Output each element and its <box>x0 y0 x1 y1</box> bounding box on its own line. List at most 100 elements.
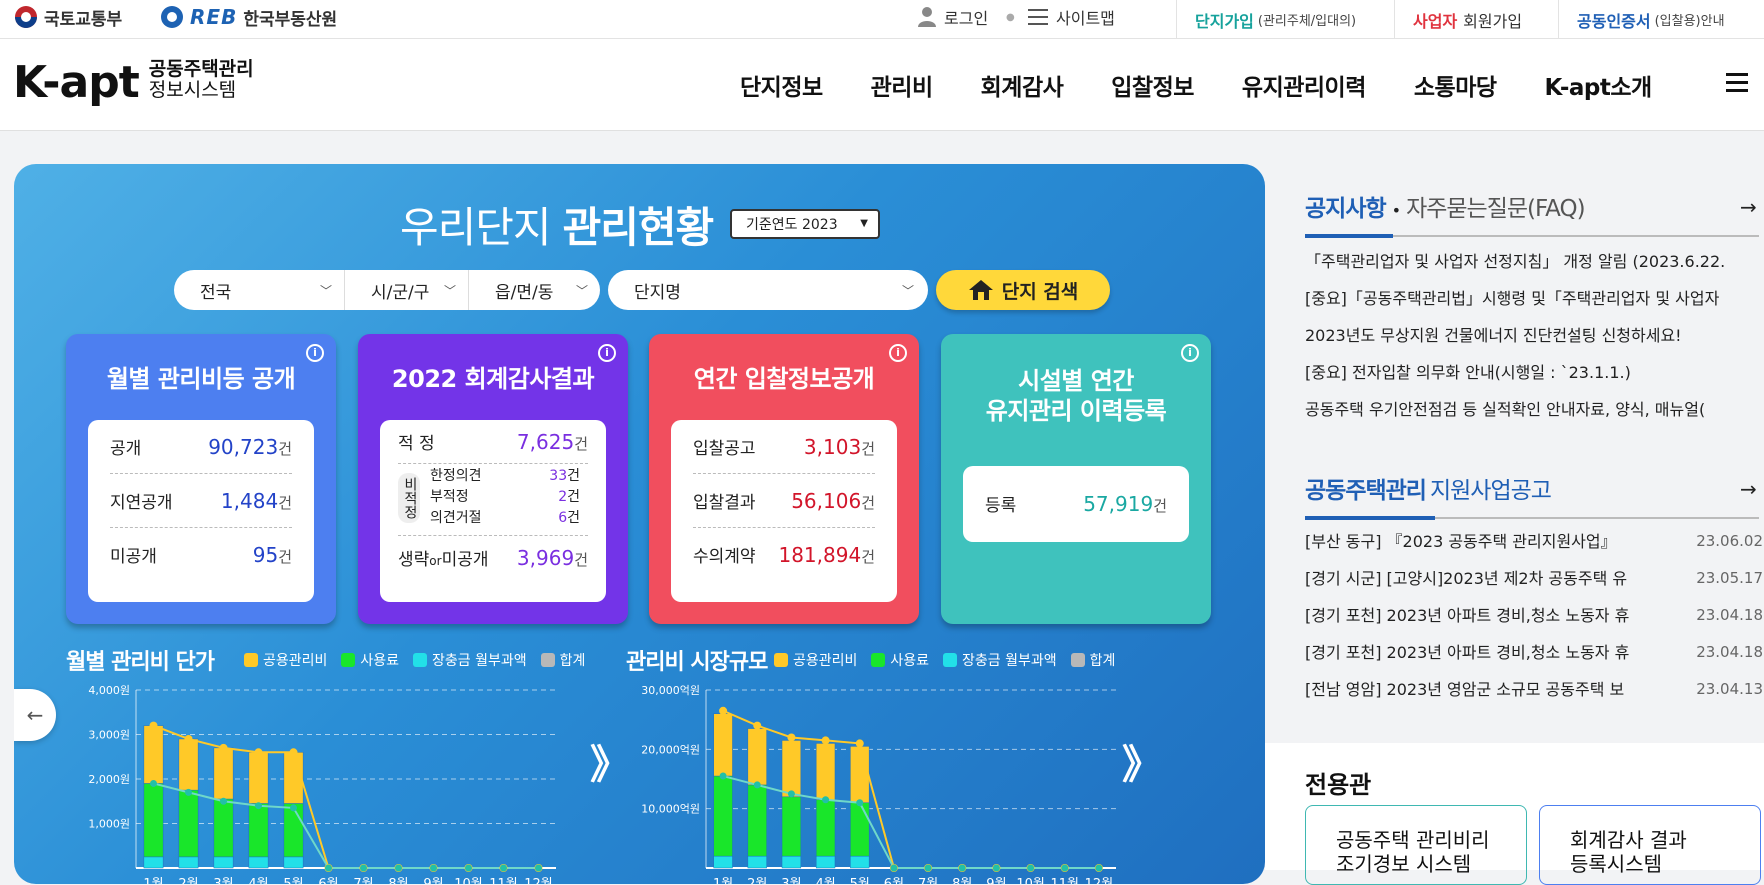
fraud-warning-system-link[interactable]: 공동주택 관리비리 조기경보 시스템 <box>1305 805 1527 885</box>
town-select[interactable]: 읍/면/동 ﹀ <box>468 270 600 310</box>
monthly-fee-card[interactable]: i 월별 관리비등 공개 공개 90,723건 지연공개 1,484건 미공개 95건 <box>66 334 336 624</box>
nav-item-complex-info[interactable]: 단지정보 <box>740 68 823 102</box>
business-join-link[interactable]: 사업자 회원가입 <box>1394 0 1540 39</box>
stat-row[interactable]: 수의계약 181,894건 <box>693 528 875 582</box>
legend-label: 공용관리비 <box>793 653 858 669</box>
stat-row[interactable]: 공개 90,723건 <box>110 420 292 474</box>
list-item[interactable]: [중요]「공동주택관리법」시행령 및「주택관리업자 및 사업자 <box>1305 280 1745 317</box>
list-item[interactable]: [경기 포천] 2023년 아파트 경비,청소 노동자 휴 23.04.18 <box>1305 597 1763 634</box>
notice-tabs: 공지사항 • 자주묻는질문(FAQ) <box>1305 189 1586 223</box>
hero-title-bold: 관리현황 <box>562 203 715 252</box>
login-link[interactable]: 로그인 <box>918 4 988 30</box>
stat-row[interactable]: 지연공개 1,484건 <box>110 474 292 528</box>
nav-item-audit[interactable]: 회계감사 <box>981 68 1064 102</box>
bar-segment <box>143 856 164 869</box>
sub-stat-label: 의견거절 <box>430 510 482 526</box>
stat-row[interactable]: 미공개 95건 <box>110 528 292 582</box>
info-icon[interactable]: i <box>1181 344 1199 362</box>
audit-registration-link[interactable]: 회계감사 결과 등록시스템 <box>1539 805 1761 885</box>
info-icon[interactable]: i <box>598 344 616 362</box>
stat-row[interactable]: 입찰결과 56,106건 <box>693 474 875 528</box>
complex-search-label: 단지 검색 <box>1001 280 1079 303</box>
omit-label: 생략 <box>398 550 430 570</box>
x-tick-label: 10월 <box>454 877 483 884</box>
nav-item-management-fee[interactable]: 관리비 <box>871 68 933 102</box>
complex-join-link[interactable]: 단지가입 (관리주체/입대의) <box>1176 0 1374 39</box>
list-item[interactable]: [중요] 전자입찰 의무화 안내(시행일 : `23.1.1.) <box>1305 354 1745 391</box>
chart-next-icon[interactable]: 》 <box>1122 732 1162 790</box>
stat-row[interactable]: 입찰공고 3,103건 <box>693 420 875 474</box>
molit-logo[interactable]: 국토교통부 <box>14 4 122 30</box>
list-item[interactable]: [경기 포천] 2023년 아파트 경비,청소 노동자 휴 23.04.18 <box>1305 634 1763 671</box>
nav-item-community[interactable]: 소통마당 <box>1414 68 1497 102</box>
stat-value: 181,894 <box>778 543 862 567</box>
certificate-link[interactable]: 공동인증서 (입찰용)안내 <box>1558 0 1743 39</box>
list-item[interactable]: [부산 동구] 『2023 공동주택 관리지원사업』 23.06.02 <box>1305 523 1763 560</box>
sub-stat-row[interactable]: 한정의견 33건 <box>430 466 580 487</box>
chart-legend: 공용관리비 사용료 장충금 월부과액 합계 <box>774 650 1115 670</box>
province-select[interactable]: 전국 ﹀ <box>174 270 344 310</box>
bar-segment <box>747 784 767 857</box>
y-tick-label: 1,000원 <box>88 818 130 831</box>
reb-logo[interactable]: REB 한국부동산원 <box>160 4 337 30</box>
bid-info-card[interactable]: i 연간 입찰정보공개 입찰공고 3,103건 입찰결과 56,106건 수의계약 1… <box>649 334 919 624</box>
average-line <box>722 775 1099 869</box>
chart-next-icon[interactable]: 》 <box>590 732 630 790</box>
list-item[interactable]: 「주택관리업자 및 사업자 선정지침」 개정 알림 (2023.6.22. <box>1305 243 1745 280</box>
stat-value: 3,103 <box>803 435 862 459</box>
exclusive-section: 전용관 공동주택 관리비리 조기경보 시스템 회계감사 결과 등록시스템 <box>1265 743 1764 885</box>
city-select[interactable]: 시/군/구 ﹀ <box>344 270 468 310</box>
tab-notice[interactable]: 공지사항 <box>1305 189 1387 223</box>
tab-faq[interactable]: 자주묻는질문(FAQ) <box>1406 189 1585 223</box>
stat-value: 57,919 <box>1083 492 1154 516</box>
legend-label: 합계 <box>1089 653 1116 669</box>
monthly-fee-chart: 월별 관리비 단가 공용관리비 사용료 장충금 월부과액 합계 1,000원 2,… <box>66 644 626 884</box>
hamburger-menu-icon[interactable] <box>1726 73 1748 93</box>
kapt-logo[interactable]: K-apt 공동주택관리 정보시스템 <box>13 59 254 105</box>
total-line <box>153 724 539 869</box>
stat-row[interactable]: 적 정 7,625건 <box>398 420 588 464</box>
support-item-title: [경기 포천] 2023년 아파트 경비,청소 노동자 휴 <box>1305 643 1630 662</box>
support-list: [부산 동구] 『2023 공동주택 관리지원사업』 23.06.02 [경기 시… <box>1305 523 1763 708</box>
average-point <box>822 796 830 804</box>
x-tick-label: 10월 <box>1016 877 1045 884</box>
support-more-icon[interactable]: → <box>1740 477 1757 501</box>
info-icon[interactable]: i <box>889 344 907 362</box>
nav-item-bid[interactable]: 입찰정보 <box>1111 68 1194 102</box>
main-nav: K-apt 공동주택관리 정보시스템 단지정보 관리비 회계감사 입찰정보 유지… <box>0 39 1764 131</box>
stat-row[interactable]: 생략or미공개 3,969건 <box>398 536 588 580</box>
sub-stat-row[interactable]: 부적정 2건 <box>430 487 580 508</box>
bar-segment <box>713 713 733 777</box>
complex-name-select[interactable]: 단지명 ﹀ <box>608 270 928 310</box>
info-icon[interactable]: i <box>306 344 324 362</box>
nav-item-maintenance[interactable]: 유지관리이력 <box>1242 68 1366 102</box>
sub-stat-row[interactable]: 의견거절 6건 <box>430 508 580 529</box>
legend-item: 합계 <box>540 650 585 670</box>
list-item[interactable]: 공동주택 우기안전점검 등 실적확인 안내자료, 양식, 매뉴얼( <box>1305 391 1745 428</box>
sitemap-link[interactable]: 사이트맵 <box>1028 4 1115 30</box>
list-item[interactable]: 2023년도 무상지원 건물에너지 진단컨설팅 신청하세요! <box>1305 317 1745 354</box>
x-tick-label: 3월 <box>781 877 801 884</box>
x-tick-label: 8월 <box>952 877 972 884</box>
support-item-title: [전남 영암] 2023년 영암군 소규모 공동주택 보 <box>1305 680 1625 699</box>
nav-item-about[interactable]: K-apt소개 <box>1545 68 1653 102</box>
legend-item: 공용관리비 <box>244 650 327 670</box>
list-item[interactable]: [경기 시군] [고양시]2023년 제2차 공동주택 유 23.05.17 <box>1305 560 1763 597</box>
prev-slide-button[interactable]: ← <box>14 689 56 741</box>
complex-search-button[interactable]: 단지 검색 <box>936 270 1110 310</box>
notice-more-icon[interactable]: → <box>1740 195 1757 219</box>
stat-row[interactable]: 등록 57,919건 <box>985 466 1167 542</box>
list-item[interactable]: [전남 영암] 2023년 영암군 소규모 공동주택 보 23.04.13 <box>1305 671 1763 708</box>
chart-title: 월별 관리비 단가 <box>66 650 215 675</box>
x-tick-label: 4월 <box>248 877 268 884</box>
average-point <box>856 799 864 807</box>
year-select[interactable]: 기준연도 2023 ▼ <box>730 209 880 239</box>
maintenance-history-card[interactable]: i 시설별 연간 유지관리 이력등록 등록 57,919건 <box>941 334 1211 624</box>
bar-segment <box>213 747 234 800</box>
menu-list-icon <box>1028 9 1048 25</box>
x-tick-label: 9월 <box>423 877 443 884</box>
bar-segment <box>781 740 802 798</box>
support-item-date: 23.04.18 <box>1696 606 1763 624</box>
search-row: 전국 ﹀ 시/군/구 ﹀ 읍/면/동 ﹀ 단지명 ﹀ 단지 검색 <box>174 270 1110 312</box>
audit-result-card[interactable]: i 2022 회계감사결과 적 정 7,625건 비적정 한정의견 33건 부적정 2… <box>358 334 628 624</box>
